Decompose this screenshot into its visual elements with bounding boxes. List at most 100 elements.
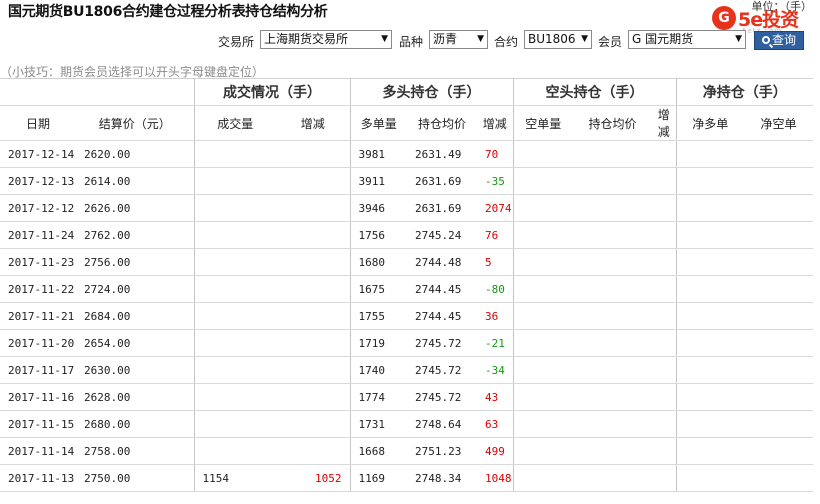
cell-settle-price: 2628.00 — [76, 383, 194, 411]
cell-volume-change — [276, 194, 350, 222]
cell-net-long — [675, 302, 744, 330]
cell-long-change: -21 — [477, 329, 513, 357]
table-row: 2017-11-16 2628.00 1774 2745.72 43 — [0, 383, 813, 411]
variety-value: 沥青 — [433, 32, 458, 46]
column-header-long-qty: 多单量 — [349, 105, 407, 141]
table-row: 2017-12-12 2626.00 3946 2631.69 2074 — [0, 194, 813, 222]
cell-short-qty — [512, 464, 573, 492]
cell-net-long — [675, 437, 744, 465]
dropdown-arrow-icon: ▼ — [477, 34, 484, 44]
cell-long-qty: 3911 — [349, 167, 407, 195]
cell-date: 2017-12-14 — [0, 140, 76, 168]
query-button-label: 查询 — [771, 33, 796, 47]
cell-short-avg — [573, 410, 652, 438]
cell-short-avg — [573, 275, 652, 303]
cell-short-qty — [512, 221, 573, 249]
page-title: 国元期货BU1806合约建仓过程分析表持仓结构分析 — [8, 4, 328, 20]
exchange-label: 交易所 — [218, 35, 255, 49]
cell-short-qty — [512, 167, 573, 195]
dropdown-arrow-icon: ▼ — [735, 34, 742, 44]
contract-select[interactable]: BU1806 ▼ — [524, 30, 592, 49]
cell-volume-change — [276, 221, 350, 249]
filter-bar: 交易所 上海期货交易所 ▼ 品种 沥青 ▼ 合约 BU1806 ▼ 会员 G 国… — [0, 30, 820, 52]
exchange-value: 上海期货交易所 — [264, 32, 349, 46]
exchange-select[interactable]: 上海期货交易所 ▼ — [260, 30, 392, 49]
cell-settle-price: 2750.00 — [76, 464, 194, 492]
member-label: 会员 — [598, 35, 623, 49]
cell-net-short — [744, 437, 813, 465]
cell-long-change: 1048 — [477, 464, 513, 492]
member-select[interactable]: G 国元期货 ▼ — [628, 30, 746, 49]
cell-net-long — [675, 275, 744, 303]
cell-short-change — [652, 410, 676, 438]
column-header-short-qty: 空单量 — [512, 105, 573, 141]
cell-net-short — [744, 356, 813, 384]
cell-long-change: -80 — [477, 275, 513, 303]
cell-settle-price: 2758.00 — [76, 437, 194, 465]
cell-long-change: 76 — [477, 221, 513, 249]
cell-short-avg — [573, 302, 652, 330]
column-header-short-change: 增减 — [652, 105, 676, 141]
cell-short-qty — [512, 302, 573, 330]
cell-volume — [193, 302, 276, 330]
cell-short-avg — [573, 464, 652, 492]
cell-long-qty: 3981 — [349, 140, 407, 168]
cell-date: 2017-11-15 — [0, 410, 76, 438]
cell-date: 2017-11-22 — [0, 275, 76, 303]
cell-short-qty — [512, 140, 573, 168]
table-row: 2017-11-15 2680.00 1731 2748.64 63 — [0, 410, 813, 438]
cell-short-qty — [512, 383, 573, 411]
group-header-row: 成交情况（手） 多头持仓（手） 空头持仓（手） 净持仓（手） — [0, 78, 813, 106]
group-header-blank — [0, 78, 194, 106]
cell-date: 2017-11-17 — [0, 356, 76, 384]
position-table: 成交情况（手） 多头持仓（手） 空头持仓（手） 净持仓（手） 日期 结算价（元）… — [0, 78, 813, 492]
cell-short-change — [652, 356, 676, 384]
cell-settle-price: 2614.00 — [76, 167, 194, 195]
contract-label: 合约 — [494, 35, 519, 49]
cell-net-long — [675, 194, 744, 222]
cell-long-change: -34 — [477, 356, 513, 384]
table-row: 2017-12-13 2614.00 3911 2631.69 -35 — [0, 167, 813, 195]
cell-long-qty: 1755 — [349, 302, 407, 330]
cell-net-long — [675, 221, 744, 249]
cell-long-change: 63 — [477, 410, 513, 438]
cell-short-qty — [512, 194, 573, 222]
cell-long-change: 5 — [477, 248, 513, 276]
cell-short-avg — [573, 329, 652, 357]
cell-short-qty — [512, 275, 573, 303]
cell-short-qty — [512, 356, 573, 384]
cell-short-change — [652, 437, 676, 465]
cell-date: 2017-11-20 — [0, 329, 76, 357]
cell-settle-price: 2762.00 — [76, 221, 194, 249]
cell-net-short — [744, 329, 813, 357]
cell-short-change — [652, 194, 676, 222]
cell-date: 2017-11-24 — [0, 221, 76, 249]
cell-short-change — [652, 302, 676, 330]
cell-net-long — [675, 140, 744, 168]
cell-net-short — [744, 194, 813, 222]
cell-volume: 1154 — [193, 464, 276, 492]
table-row: 2017-11-24 2762.00 1756 2745.24 76 — [0, 221, 813, 249]
variety-select[interactable]: 沥青 ▼ — [429, 30, 488, 49]
cell-volume — [193, 329, 276, 357]
group-header-short: 空头持仓（手） — [512, 78, 676, 106]
column-header-volume-change: 增减 — [276, 105, 350, 141]
query-button[interactable]: 查询 — [754, 31, 804, 50]
cell-long-avg: 2745.24 — [407, 221, 477, 249]
search-icon — [761, 36, 770, 44]
cell-long-qty: 1680 — [349, 248, 407, 276]
cell-long-qty: 1774 — [349, 383, 407, 411]
cell-net-short — [744, 275, 813, 303]
table-row: 2017-11-17 2630.00 1740 2745.72 -34 — [0, 356, 813, 384]
logo-mark: G — [712, 6, 736, 30]
cell-net-long — [675, 248, 744, 276]
cell-long-qty: 1740 — [349, 356, 407, 384]
cell-volume — [193, 383, 276, 411]
cell-volume — [193, 248, 276, 276]
cell-short-avg — [573, 140, 652, 168]
column-header-date: 日期 — [0, 105, 76, 141]
cell-net-long — [675, 464, 744, 492]
cell-long-avg: 2751.23 — [407, 437, 477, 465]
cell-short-avg — [573, 437, 652, 465]
table-row: 2017-11-21 2684.00 1755 2744.45 36 — [0, 302, 813, 330]
